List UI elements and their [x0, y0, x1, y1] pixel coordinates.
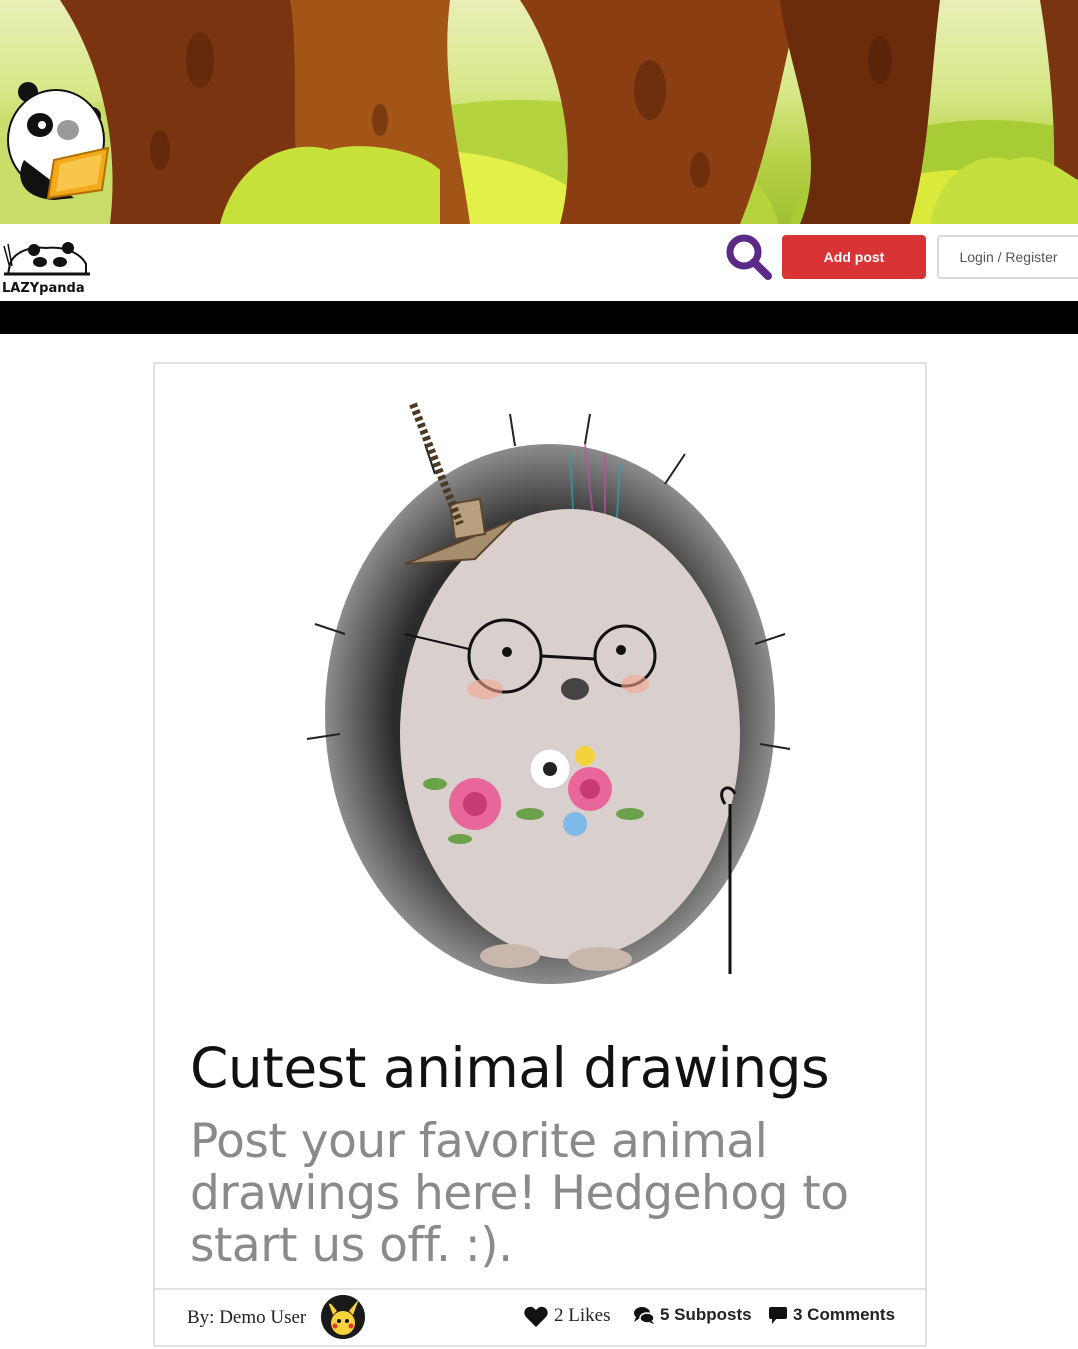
subposts-count: 5 Subposts	[660, 1305, 752, 1324]
likes-stat[interactable]: 2 Likes	[524, 1305, 610, 1327]
avatar[interactable]	[321, 1295, 365, 1339]
pikachu-avatar-icon	[321, 1295, 365, 1339]
search-icon[interactable]	[724, 232, 774, 282]
heart-icon	[524, 1306, 548, 1327]
likes-count: 2 Likes	[554, 1305, 611, 1326]
forest-illustration	[0, 0, 1078, 224]
svg-text:LAZYpanda: LAZYpanda	[2, 281, 85, 296]
nav-divider-bar	[0, 301, 1078, 334]
post-title[interactable]: Cutest animal drawings	[190, 1036, 910, 1100]
header-banner	[0, 0, 1078, 224]
subposts-stat[interactable]: 5 Subposts	[634, 1305, 752, 1325]
site-logo[interactable]: LAZYpanda	[0, 234, 92, 296]
comments-count: 3 Comments	[793, 1305, 896, 1324]
post-footer: By: Demo User 2 Likes 5 Subposts 3 Comme…	[155, 1288, 925, 1347]
post-author[interactable]: By: Demo User	[187, 1307, 306, 1329]
panda-mascot-icon	[7, 82, 110, 200]
comments-stat[interactable]: 3 Comments	[769, 1305, 895, 1325]
comment-icon	[769, 1306, 787, 1324]
comments-icon	[634, 1306, 654, 1324]
add-post-button[interactable]: Add post	[782, 235, 926, 279]
post-description: Post your favorite animal drawings here!…	[190, 1114, 849, 1273]
login-register-button[interactable]: Login / Register	[937, 235, 1078, 279]
hedgehog-illustration[interactable]	[285, 384, 805, 1004]
post-card[interactable]: Cutest animal drawings Post your favorit…	[153, 362, 927, 1347]
